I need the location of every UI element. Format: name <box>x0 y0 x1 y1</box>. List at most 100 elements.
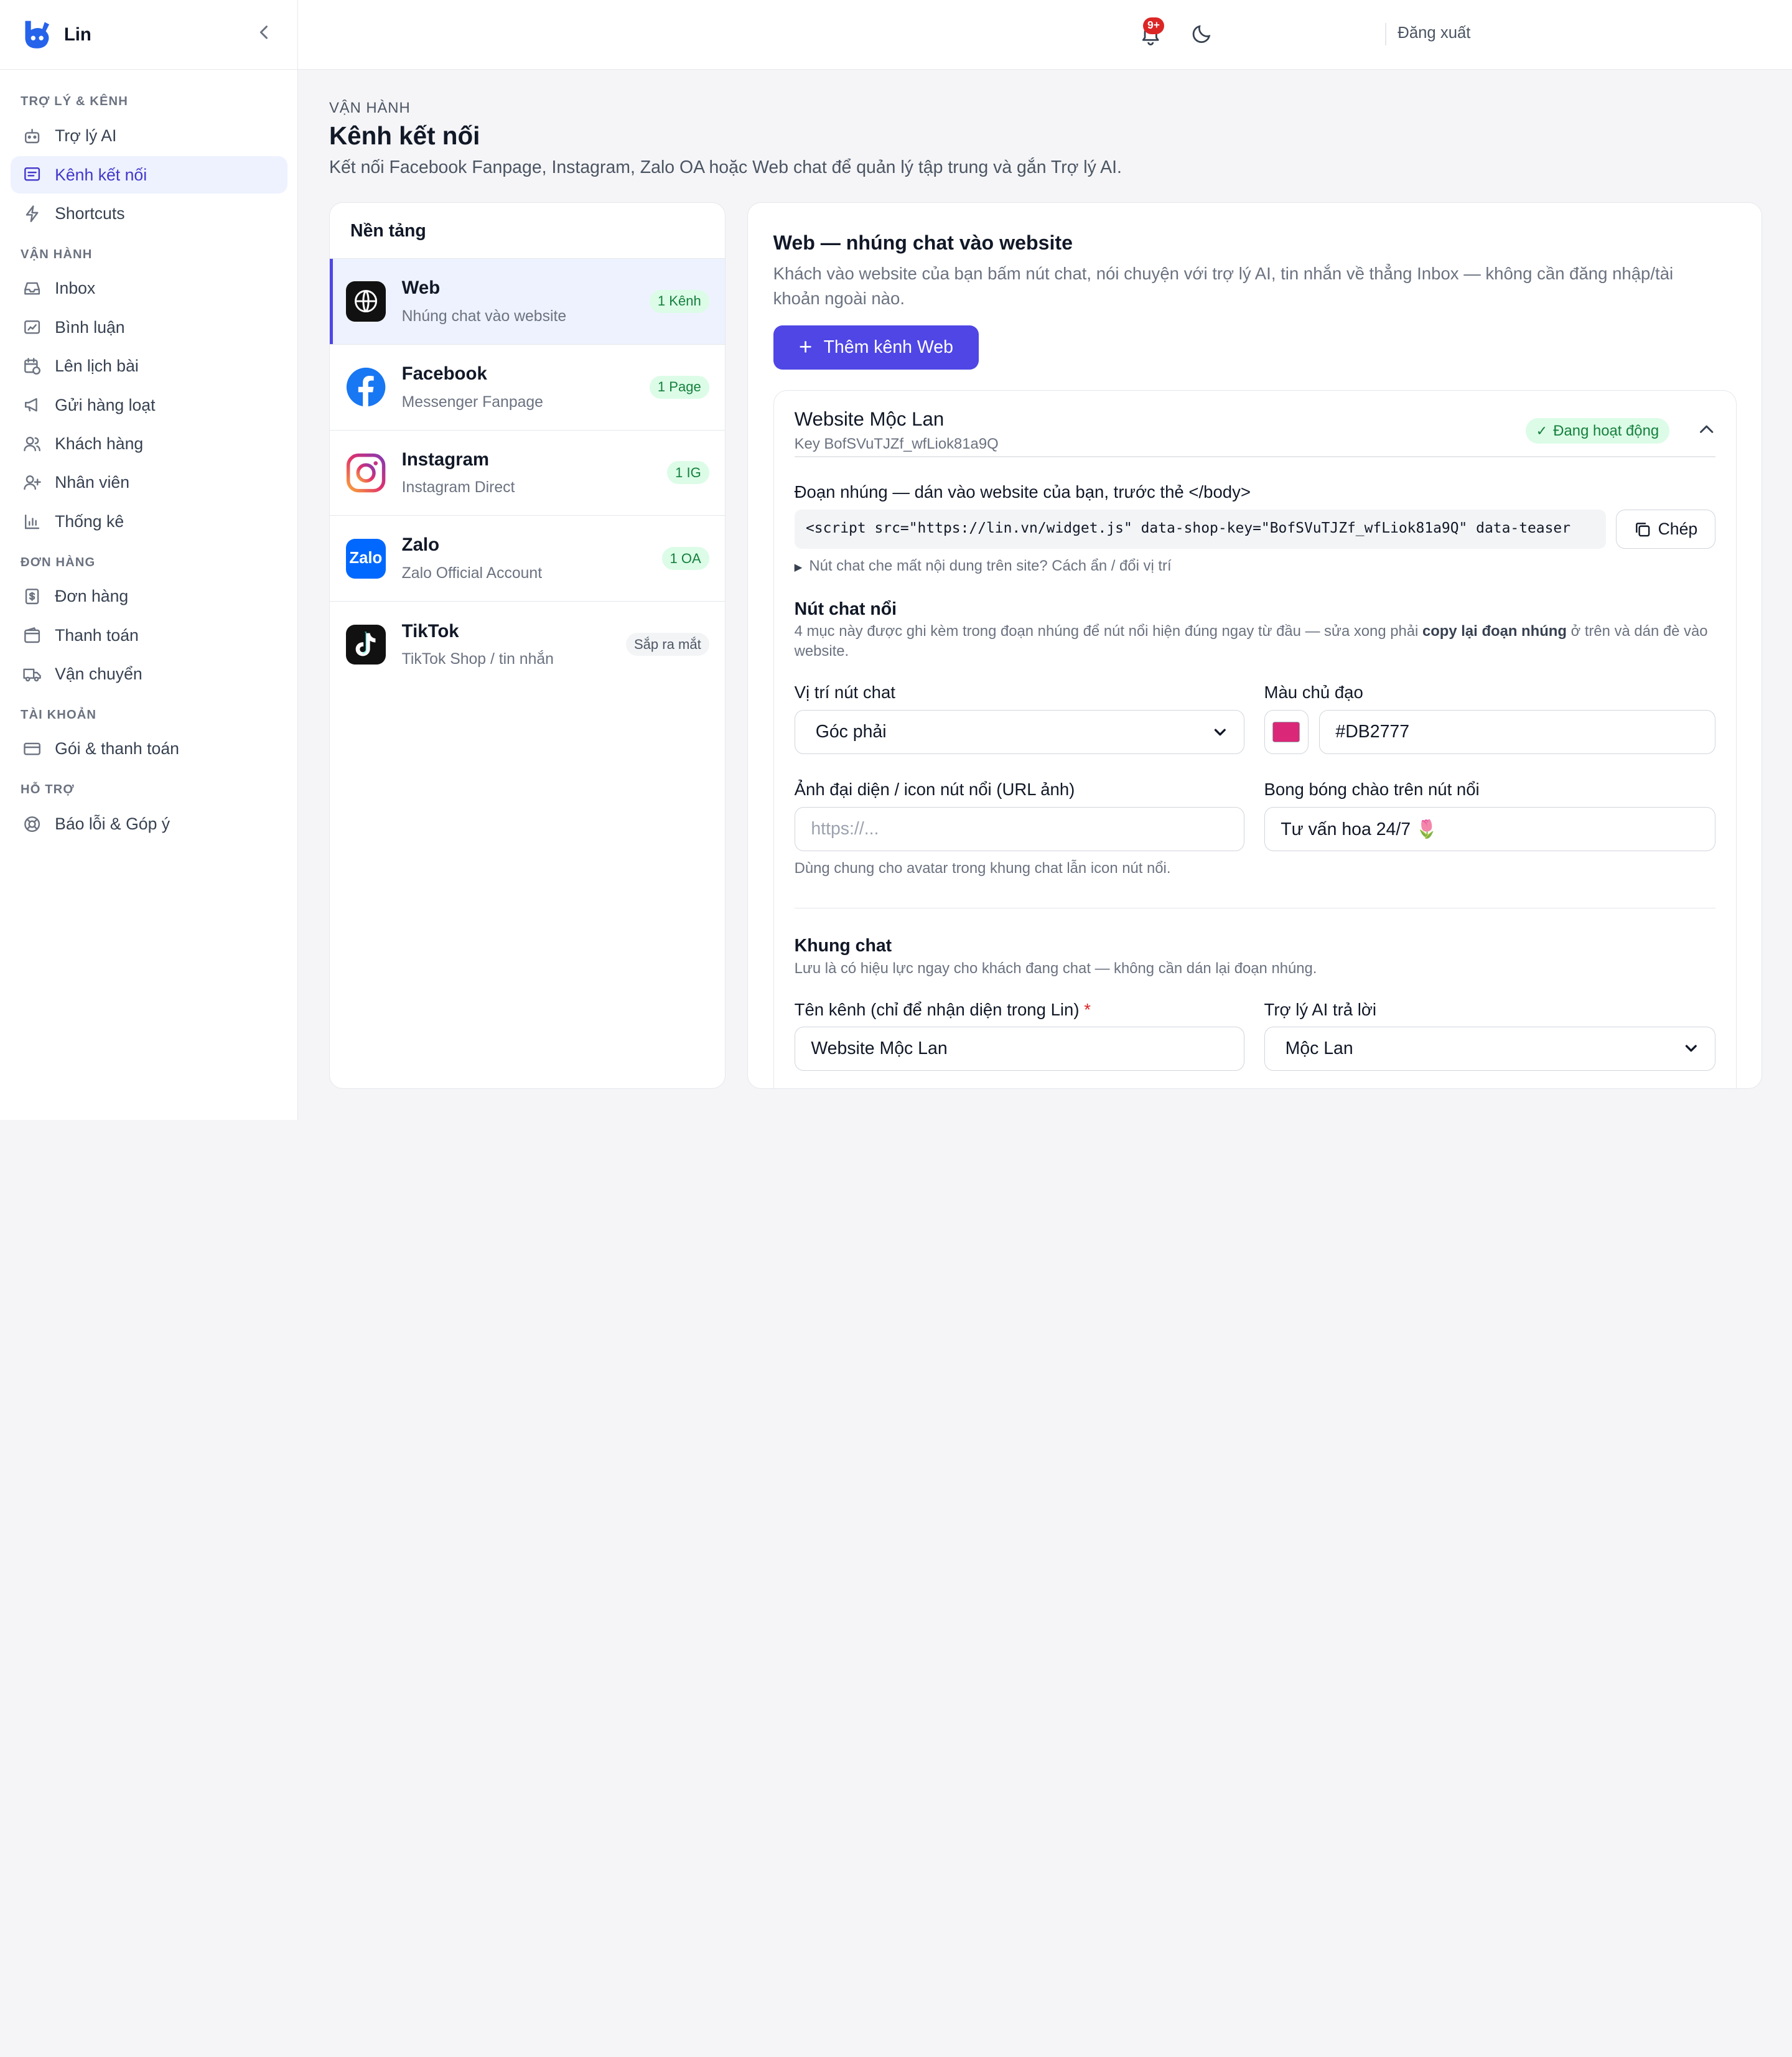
color-swatch <box>1272 722 1300 743</box>
sidebar-item-len-lich-bai[interactable]: Lên lịch bài <box>11 347 287 385</box>
platform-name: TikTok <box>401 620 459 641</box>
chat-frame-section-desc: Lưu là có hiệu lực ngay cho khách đang c… <box>794 960 1317 977</box>
platform-name: Instagram <box>401 449 490 470</box>
notification-badge: 9+ <box>1142 17 1165 35</box>
position-select[interactable]: Góc phải <box>794 709 1245 755</box>
assistant-value: Mộc Lan <box>1285 1038 1353 1058</box>
sidebar-item-label: Khách hàng <box>55 434 144 453</box>
sidebar-item-label: Lên lịch bài <box>55 357 139 376</box>
greeting-bubble-label: Bong bóng chào trên nút nổi <box>1264 779 1480 799</box>
sidebar-item-label: Gửi hàng loạt <box>55 395 156 414</box>
platform-item-instagram[interactable]: Instagram Instagram Direct 1 IG <box>329 431 726 516</box>
app-name: Lin <box>63 24 91 45</box>
divider <box>794 907 1715 909</box>
coming-soon-badge: Sắp ra mắt <box>626 633 709 656</box>
platform-count-badge: 1 IG <box>667 461 709 485</box>
moon-icon[interactable] <box>1191 22 1216 47</box>
sidebar-item-goi-thanh-toan[interactable]: Gói & thanh toán <box>11 730 287 768</box>
color-picker[interactable] <box>1264 709 1309 755</box>
zalo-icon: Zalo <box>345 538 386 579</box>
sidebar-item-thanh-toan[interactable]: Thanh toán <box>11 617 287 655</box>
sidebar-item-don-hang[interactable]: Đơn hàng <box>11 577 287 615</box>
copy-button[interactable]: Chép <box>1616 510 1716 549</box>
platform-item-tiktok[interactable]: TikTok TikTok Shop / tin nhắn Sắp ra mắt <box>330 602 725 688</box>
sidebar-item-binh-luan[interactable]: Bình luận <box>11 309 287 347</box>
comment-icon <box>21 316 44 339</box>
globe-icon <box>345 281 386 322</box>
detail-title: Web — nhúng chat vào website <box>773 231 1073 254</box>
platform-item-web[interactable]: Web Nhúng chat vào website 1 Kênh <box>329 259 726 345</box>
greeting-bubble-input[interactable]: Tư vấn hoa 24/7 🌷 <box>1264 806 1716 852</box>
status-label: Đang hoạt động <box>1553 422 1659 439</box>
divider <box>794 456 1715 457</box>
sidebar-item-thong-ke[interactable]: Thống kê <box>11 503 287 541</box>
add-web-channel-button[interactable]: + Thêm kênh Web <box>773 325 979 370</box>
required-mark: * <box>1084 1000 1091 1020</box>
platform-name: Web <box>401 278 441 299</box>
chevron-up-icon[interactable] <box>1697 421 1715 439</box>
copy-label: Chép <box>1658 520 1698 539</box>
sidebar-item-label: Báo lỗi & Góp ý <box>55 814 170 833</box>
nav-section-title: ĐƠN HÀNG <box>21 555 96 569</box>
chat-frame-section-title: Khung chat <box>794 936 892 956</box>
platform-count-badge: 1 OA <box>661 547 709 571</box>
channel-name-label-text: Tên kênh (chỉ để nhận diện trong Lin) <box>794 1000 1080 1020</box>
sidebar-item-van-chuyen[interactable]: Vận chuyển <box>11 655 287 693</box>
sidebar-item-inbox[interactable]: Inbox <box>11 269 287 307</box>
sidebar-item-gui-hang-loat[interactable]: Gửi hàng loạt <box>11 386 287 424</box>
float-desc-part-1: 4 mục này được ghi kèm trong đoạn nhúng … <box>794 623 1422 640</box>
assistant-label: Trợ lý AI trả lời <box>1264 1000 1377 1020</box>
embed-hint-toggle[interactable]: ▶ Nút chat che mất nội dung trên site? Cá… <box>795 557 1172 575</box>
logout-button[interactable]: Đăng xuất <box>1398 24 1470 42</box>
zap-icon <box>21 202 44 225</box>
platform-item-facebook[interactable]: Facebook Messenger Fanpage 1 Page <box>329 345 726 431</box>
add-web-channel-label: Thêm kênh Web <box>823 337 953 357</box>
platforms-panel: Nền tảng Web Nhúng chat vào website 1 Kê… <box>329 202 726 1089</box>
platform-item-zalo[interactable]: Zalo Zalo Zalo Official Account 1 OA <box>329 516 726 602</box>
float-button-section-title: Nút chat nổi <box>794 599 897 619</box>
float-desc-bold: copy lại đoạn nhúng <box>1422 623 1567 640</box>
chevron-down-icon <box>1214 729 1226 735</box>
color-label: Màu chủ đạo <box>1264 682 1363 702</box>
sidebar-item-label: Thống kê <box>55 511 124 531</box>
collapse-sidebar-icon[interactable] <box>256 24 273 45</box>
sidebar-item-bao-loi[interactable]: Báo lỗi & Góp ý <box>11 805 287 843</box>
user-plus-icon <box>21 472 44 495</box>
topbar-divider <box>1385 22 1386 46</box>
sidebar-item-tro-ly-ai[interactable]: Trợ lý AI <box>11 117 287 155</box>
embed-code-field[interactable]: <script src="https://lin.vn/widget.js" d… <box>794 510 1606 549</box>
lin-logo-icon[interactable] <box>21 19 52 50</box>
brand: Lin <box>0 0 298 70</box>
channel-name-input[interactable]: Website Mộc Lan <box>794 1026 1245 1071</box>
nav-section-title: VẬN HÀNH <box>21 247 93 261</box>
facebook-icon <box>346 367 386 408</box>
megaphone-icon <box>21 394 44 417</box>
page-kicker: VẬN HÀNH <box>329 99 411 116</box>
topbar <box>298 0 1792 70</box>
avatar-url-input[interactable]: https://... <box>794 806 1245 852</box>
instagram-icon <box>346 453 386 493</box>
chevron-down-icon <box>1685 1045 1697 1052</box>
calendar-clock-icon <box>21 355 44 378</box>
platform-count-badge: 1 Page <box>650 375 709 399</box>
copy-icon <box>1636 522 1650 537</box>
sidebar-item-nhan-vien[interactable]: Nhân viên <box>11 464 287 502</box>
sidebar-item-label: Gói & thanh toán <box>55 739 179 758</box>
color-hex-value: #DB2777 <box>1335 722 1410 742</box>
sidebar-item-shortcuts[interactable]: Shortcuts <box>11 195 287 233</box>
color-hex-input[interactable]: #DB2777 <box>1318 709 1716 755</box>
sidebar-item-label: Đơn hàng <box>55 587 129 606</box>
platform-subtitle: Messenger Fanpage <box>401 393 543 411</box>
sidebar-item-khach-hang[interactable]: Khách hàng <box>11 425 287 463</box>
channel-name: Website Mộc Lan <box>794 408 945 430</box>
sidebar-item-kenh-ket-noi[interactable]: Kênh kết nối <box>10 156 287 194</box>
avatar-url-label: Ảnh đại diện / icon nút nổi (URL ảnh) <box>794 779 1075 799</box>
platform-name: Zalo <box>401 534 440 556</box>
float-button-section-desc: 4 mục này được ghi kèm trong đoạn nhúng … <box>795 622 1718 660</box>
assistant-select[interactable]: Mộc Lan <box>1264 1026 1716 1071</box>
bot-icon <box>21 124 44 147</box>
caret-right-icon: ▶ <box>794 561 803 574</box>
credit-card-icon <box>21 738 44 761</box>
avatar-url-placeholder: https://... <box>811 819 879 839</box>
embed-hint-text: Nút chat che mất nội dung trên site? Các… <box>809 557 1172 575</box>
